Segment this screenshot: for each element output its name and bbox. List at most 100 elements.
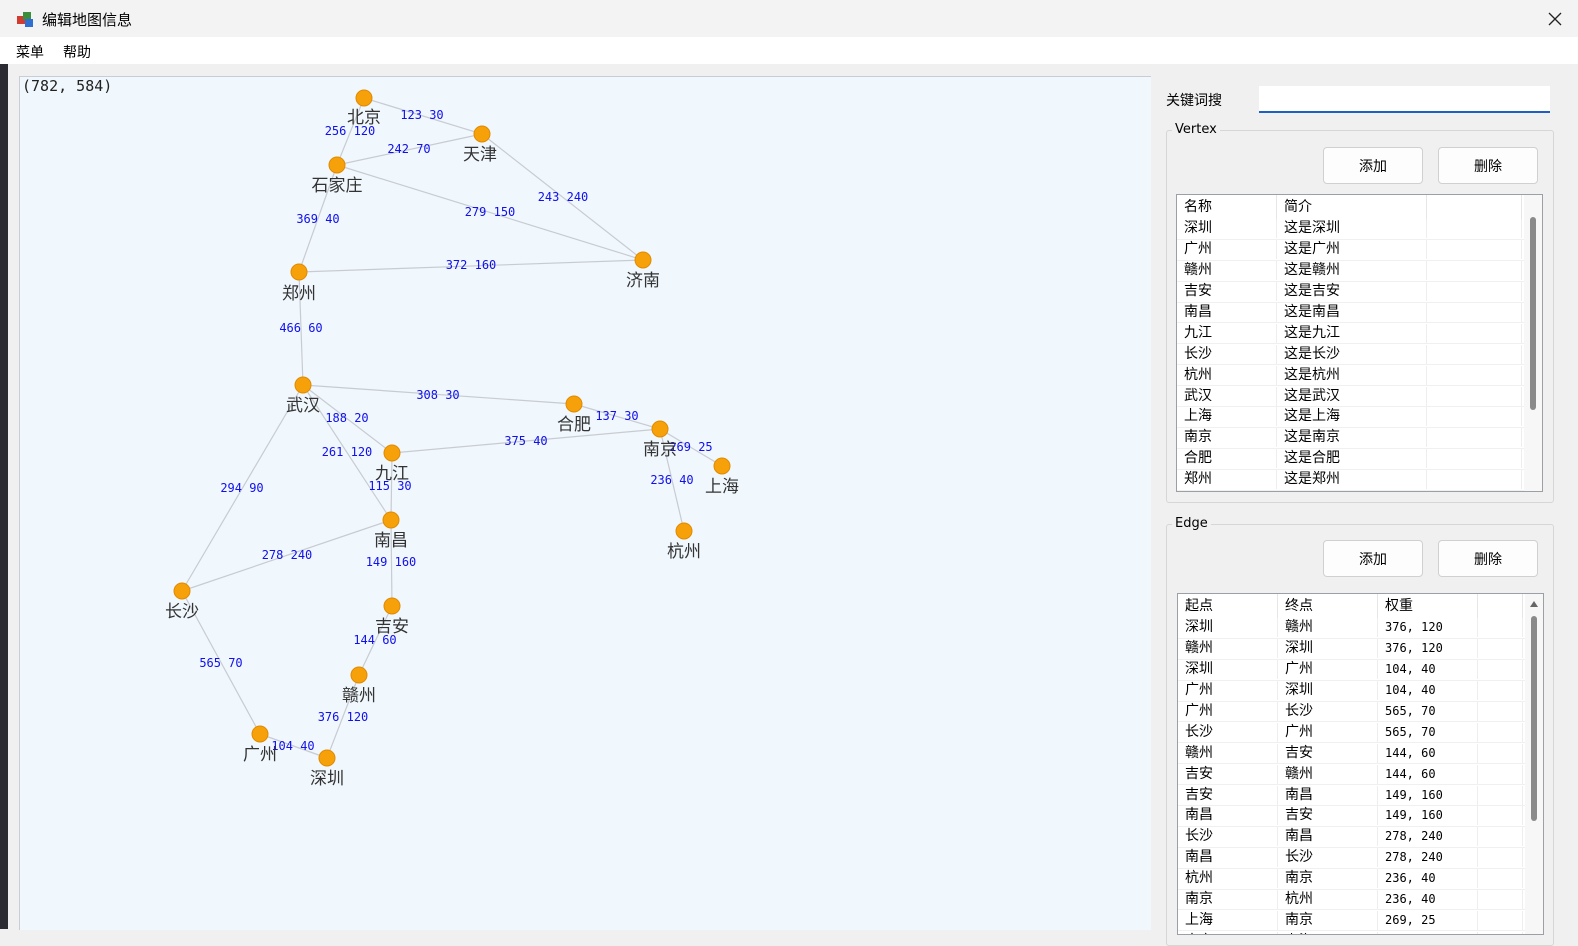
map-graph[interactable]: 123 30256 120242 70243 240279 150369 403… [19,76,1151,930]
vertex-label: 石家庄 [312,176,363,196]
edge-cell: 376, 120 [1378,618,1478,638]
map-vertex[interactable] [565,395,583,413]
edge-table-row[interactable]: 长沙 广州 565, 70 [1178,722,1543,744]
edge-table-row[interactable]: 广州 深圳 104, 40 [1178,681,1543,702]
vertex-cell: 这是长沙 [1277,344,1427,364]
edge-table-row[interactable]: 南昌 吉安 149, 160 [1178,806,1543,827]
title-bar: 编辑地图信息 [0,0,1578,37]
vertex-table-row[interactable]: 广州 这是广州 [1177,240,1542,261]
edge-cell: 269, 25 [1378,910,1478,930]
map-vertex[interactable] [328,156,346,174]
map-vertex[interactable] [355,89,373,107]
map-vertex[interactable] [251,725,269,743]
vertex-label: 南昌 [374,531,408,551]
vertex-table-row[interactable]: 石家庄这是石家庄 [1177,491,1542,492]
edge-cell: 上海 [1278,931,1378,934]
vertex-table-row[interactable]: 长沙 这是长沙 [1177,344,1542,366]
edge-cell: 南京 [1278,910,1378,930]
map-vertex[interactable] [383,444,401,462]
vertex-table-row[interactable]: 杭州 这是杭州 [1177,365,1542,387]
edge-table-scrollbar[interactable] [1525,594,1543,934]
map-vertex[interactable] [473,125,491,143]
edge-table-row[interactable]: 深圳 赣州 376, 120 [1178,618,1543,639]
menu-item-help[interactable]: 帮助 [63,42,91,62]
edge-table-row[interactable]: 赣州 吉安 144, 60 [1178,743,1543,765]
edge-cell-filler [1478,681,1523,701]
edge-weight-label: 123 30 [400,108,443,122]
map-vertex[interactable] [173,582,191,600]
vertex-table-row[interactable]: 武汉 这是武汉 [1177,386,1542,408]
map-vertex[interactable] [383,597,401,615]
vertex-table-row[interactable]: 深圳 这是深圳 [1177,219,1542,240]
vertex-table-row[interactable]: 上海 这是上海 [1177,407,1542,428]
search-input[interactable] [1259,86,1550,113]
edge-cell: 376, 120 [1378,639,1478,659]
edge-table-row[interactable]: 上海 南京 269, 25 [1178,910,1543,932]
vertex-label: 广州 [243,745,277,765]
map-vertex[interactable] [350,666,368,684]
edge-weight-label: 375 40 [504,434,547,448]
vertex-table-row[interactable]: 合肥 这是合肥 [1177,449,1542,470]
background-window-strip [0,64,8,929]
edge-cell-filler [1478,910,1523,930]
vertex-table-scrollbar[interactable] [1524,195,1542,491]
edge-table-row[interactable]: 吉安 南昌 149, 160 [1178,785,1543,807]
vertex-label: 吉安 [375,617,409,637]
vertex-table-row[interactable]: 赣州 这是赣州 [1177,261,1542,282]
vertex-label: 济南 [626,271,660,291]
map-vertex[interactable] [634,251,652,269]
vertex-cell: 这是郑州 [1277,470,1427,490]
vertex-table-row[interactable]: 吉安 这是吉安 [1177,282,1542,303]
edge-table-row[interactable]: 深圳 广州 104, 40 [1178,660,1543,681]
vertex-table[interactable]: 名称 简介 深圳 这是深圳 广州 这是广州 赣州 这是赣州 吉安 这是吉安 南昌 这是南昌 九江 这是… [1176,194,1543,492]
vertex-cell: 这是武汉 [1277,386,1427,406]
map-vertex[interactable] [382,511,400,529]
column-header-description[interactable]: 简介 [1277,195,1427,219]
edge-table-row[interactable]: 赣州 深圳 376, 120 [1178,639,1543,660]
column-header-end[interactable]: 终点 [1278,594,1378,618]
edge-table-row[interactable]: 长沙 南昌 278, 240 [1178,827,1543,848]
edge-cell: 565, 70 [1378,702,1478,721]
edge-table-row[interactable]: 吉安 赣州 144, 60 [1178,764,1543,786]
edge-table-row[interactable]: 杭州 南京 236, 40 [1178,869,1543,890]
map-vertex[interactable] [675,522,693,540]
scroll-up-arrow-icon[interactable] [1529,600,1539,608]
menu-item-menu[interactable]: 菜单 [16,42,44,62]
edge-table-row[interactable]: 南京 杭州 236, 40 [1178,890,1543,911]
vertex-table-row[interactable]: 郑州 这是郑州 [1177,470,1542,491]
vertex-scroll-thumb[interactable] [1530,217,1536,410]
map-vertex[interactable] [290,263,308,281]
map-vertex[interactable] [713,457,731,475]
column-header-weight[interactable]: 权重 [1378,594,1478,618]
map-vertex[interactable] [294,376,312,394]
menu-bar: 菜单 帮助 [0,37,1578,64]
edge-table-row[interactable]: 广州 长沙 565, 70 [1178,702,1543,723]
edge-table-row[interactable]: 南昌 长沙 278, 240 [1178,848,1543,869]
vertex-delete-button[interactable]: 删除 [1438,147,1538,184]
column-header-name[interactable]: 名称 [1177,195,1277,219]
edge-weight-label: 149 160 [366,555,417,569]
edge-cell: 广州 [1278,660,1378,680]
close-button[interactable] [1532,0,1578,37]
vertex-add-button[interactable]: 添加 [1323,147,1423,184]
vertex-table-row[interactable]: 九江 这是九江 [1177,323,1542,345]
vertex-table-row[interactable]: 南昌 这是南昌 [1177,303,1542,324]
edge-delete-button[interactable]: 删除 [1438,540,1538,577]
map-vertex[interactable] [651,420,669,438]
vertex-cell: 上海 [1177,407,1277,427]
edge-cell: 杭州 [1278,890,1378,910]
map-canvas[interactable]: 123 30 256 120 242 70 243 240 279 150 369 40 3… [19,76,1151,930]
vertex-table-row[interactable]: 南京 这是南京 [1177,428,1542,449]
edge-table-row[interactable]: 南京上海 [1178,931,1543,934]
map-vertex[interactable] [318,749,336,767]
close-icon [1548,12,1562,25]
vertex-cell-filler [1427,261,1522,281]
edge-cell: 南昌 [1278,827,1378,847]
vertex-label: 九江 [375,464,409,484]
column-header-start[interactable]: 起点 [1178,594,1278,618]
edge-scroll-thumb[interactable] [1531,616,1537,821]
edge-table[interactable]: 起点 终点 权重 深圳 赣州 376, 120 赣州 深圳 376, 120 深圳 广州 104… [1177,593,1544,935]
edge-add-button[interactable]: 添加 [1323,540,1423,577]
edge-weight-label: 372 160 [446,258,497,272]
vertex-group-title: Vertex [1172,122,1220,137]
